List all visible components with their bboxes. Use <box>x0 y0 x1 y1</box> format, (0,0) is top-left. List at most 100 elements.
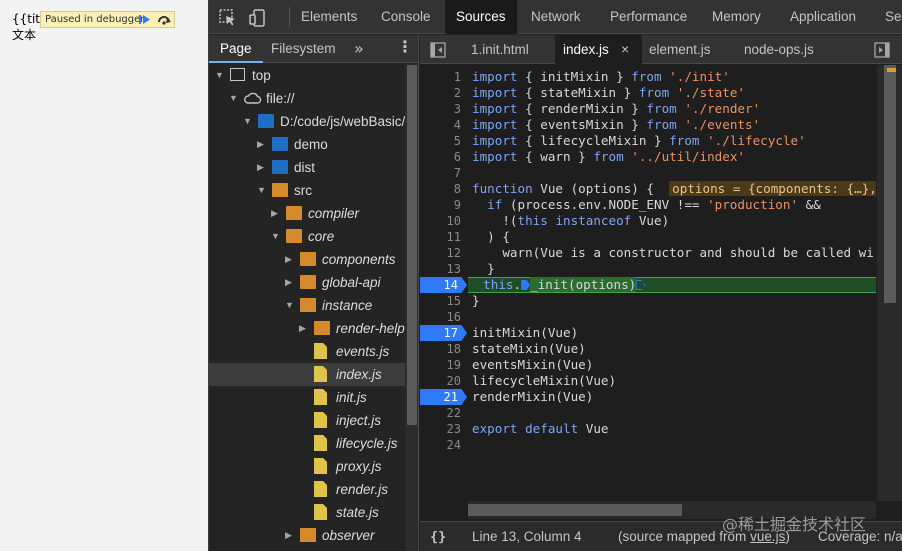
tab-application[interactable]: Application <box>790 0 856 34</box>
collapse-arrow-icon[interactable]: ▶ <box>271 202 281 225</box>
tree-item[interactable]: ▼ instance <box>209 294 405 317</box>
line-number[interactable]: 7 <box>420 165 465 181</box>
tree-item[interactable]: ▼ src <box>209 179 405 202</box>
expand-arrow-icon[interactable]: ▼ <box>285 294 295 317</box>
code-line[interactable]: 12 warn(Vue is a constructor and should … <box>420 245 876 261</box>
tree-item[interactable]: proxy.js <box>209 455 405 478</box>
line-number[interactable]: 10 <box>420 213 465 229</box>
code-line[interactable]: 17 initMixin(Vue) <box>420 325 876 341</box>
tab-performance[interactable]: Performance <box>610 0 687 34</box>
editor-scrollbar-thumb[interactable] <box>884 65 896 303</box>
tab-network[interactable]: Network <box>531 0 581 34</box>
tree-item[interactable]: lifecycle.js <box>209 432 405 455</box>
breakpoint-marker[interactable]: 17 <box>420 325 467 341</box>
tab-elements[interactable]: Elements <box>299 0 359 34</box>
code-line[interactable]: 13 } <box>420 261 876 277</box>
toggle-debugger-icon[interactable] <box>874 42 890 58</box>
tree-item[interactable]: inject.js <box>209 409 405 432</box>
tab-security[interactable]: Se <box>885 0 902 34</box>
code-line[interactable]: 19 eventsMixin(Vue) <box>420 357 876 373</box>
resume-icon[interactable] <box>138 13 151 26</box>
device-toolbar-icon[interactable] <box>249 9 267 27</box>
line-number[interactable]: 22 <box>420 405 465 421</box>
code-line[interactable]: 10 !(this instanceof Vue) <box>420 213 876 229</box>
expand-arrow-icon[interactable]: ▼ <box>257 179 267 202</box>
line-number[interactable]: 24 <box>420 437 465 453</box>
line-number[interactable]: 16 <box>420 309 465 325</box>
close-icon[interactable]: × <box>621 35 629 64</box>
code-line[interactable]: 3 import { renderMixin } from './render' <box>420 101 876 117</box>
tree-item[interactable]: ▶ global-api <box>209 271 405 294</box>
line-number[interactable]: 20 <box>420 373 465 389</box>
code-line[interactable]: 23 export default Vue <box>420 421 876 437</box>
tree-item[interactable]: ▶ demo <box>209 133 405 156</box>
more-tabs-icon[interactable]: » <box>354 39 364 58</box>
code-line[interactable]: 16 <box>420 309 876 325</box>
code-line[interactable]: 7 <box>420 165 876 181</box>
pretty-print-icon[interactable]: {} <box>430 529 446 545</box>
expand-arrow-icon[interactable]: ▼ <box>229 87 239 110</box>
code-line[interactable]: 24 <box>420 437 876 453</box>
code-line[interactable]: 21 renderMixin(Vue) <box>420 389 876 405</box>
line-number[interactable]: 23 <box>420 421 465 437</box>
expand-arrow-icon[interactable]: ▼ <box>271 225 281 248</box>
tab-page[interactable]: Page <box>209 35 263 63</box>
tree-item[interactable]: ▶ components <box>209 248 405 271</box>
kebab-menu-icon[interactable]: ⋮ <box>397 37 413 56</box>
inline-breakpoint-icon[interactable] <box>636 280 646 290</box>
tree-item[interactable]: render.js <box>209 478 405 501</box>
line-number[interactable]: 18 <box>420 341 465 357</box>
line-number[interactable]: 4 <box>420 117 465 133</box>
tab-sources[interactable]: Sources <box>445 0 517 34</box>
collapse-arrow-icon[interactable]: ▶ <box>285 271 295 294</box>
editor-hscroll-thumb[interactable] <box>468 504 682 516</box>
code-line[interactable]: 20 lifecycleMixin(Vue) <box>420 373 876 389</box>
code-line[interactable]: 11 ) { <box>420 229 876 245</box>
line-number[interactable]: 8 <box>420 181 465 197</box>
tab-console[interactable]: Console <box>381 0 431 34</box>
line-number[interactable]: 3 <box>420 101 465 117</box>
tree-item[interactable]: ▼ D:/code/js/webBasic/ <box>209 110 405 133</box>
collapse-arrow-icon[interactable]: ▶ <box>257 156 267 179</box>
toggle-navigator-icon[interactable] <box>430 42 446 58</box>
code-line[interactable]: 6 import { warn } from '../util/index' <box>420 149 876 165</box>
line-number[interactable]: 1 <box>420 69 465 85</box>
tree-item[interactable]: init.js <box>209 386 405 409</box>
tree-item[interactable]: ▶ compiler <box>209 202 405 225</box>
tree-item[interactable]: index.js <box>209 363 405 386</box>
navigator-scrollbar-thumb[interactable] <box>407 65 417 425</box>
code-line[interactable]: 1 import { initMixin } from './init' <box>420 69 876 85</box>
line-number[interactable]: 11 <box>420 229 465 245</box>
editor-tab-element-js[interactable]: element.js <box>641 35 719 64</box>
line-number[interactable]: 15 <box>420 293 465 309</box>
collapse-arrow-icon[interactable]: ▶ <box>299 317 309 340</box>
expand-arrow-icon[interactable]: ▼ <box>215 64 225 87</box>
tree-item[interactable]: events.js <box>209 340 405 363</box>
tab-memory[interactable]: Memory <box>712 0 761 34</box>
line-number[interactable]: 9 <box>420 197 465 213</box>
editor-tab-index-js[interactable]: index.js × <box>555 35 642 64</box>
code-line[interactable]: 8 function Vue (options) { options = {com… <box>420 181 876 197</box>
code-line[interactable]: 14 this. _init(options) <box>420 277 876 293</box>
collapse-arrow-icon[interactable]: ▶ <box>257 133 267 156</box>
code-line[interactable]: 18 stateMixin(Vue) <box>420 341 876 357</box>
code-line[interactable]: 9 if (process.env.NODE_ENV !== 'producti… <box>420 197 876 213</box>
line-number[interactable]: 19 <box>420 357 465 373</box>
tree-item[interactable]: ▼ top <box>209 64 405 87</box>
code-line[interactable]: 5 import { lifecycleMixin } from './lifec… <box>420 133 876 149</box>
line-number[interactable]: 12 <box>420 245 465 261</box>
editor-tab-node-ops-js[interactable]: node-ops.js <box>736 35 822 64</box>
collapse-arrow-icon[interactable]: ▶ <box>285 524 295 547</box>
tree-item[interactable]: ▶ render-helpers <box>209 317 405 340</box>
tree-item[interactable]: ▼ core <box>209 225 405 248</box>
code-line[interactable]: 4 import { eventsMixin } from './events' <box>420 117 876 133</box>
tree-item[interactable]: ▼ file:// <box>209 87 405 110</box>
expand-arrow-icon[interactable]: ▼ <box>243 110 253 133</box>
tab-filesystem[interactable]: Filesystem <box>271 35 336 63</box>
tree-item[interactable]: ▶ dist <box>209 156 405 179</box>
collapse-arrow-icon[interactable]: ▶ <box>285 248 295 271</box>
code-line[interactable]: 22 <box>420 405 876 421</box>
line-number[interactable]: 6 <box>420 149 465 165</box>
line-number[interactable]: 13 <box>420 261 465 277</box>
breakpoint-marker[interactable]: 21 <box>420 389 467 405</box>
